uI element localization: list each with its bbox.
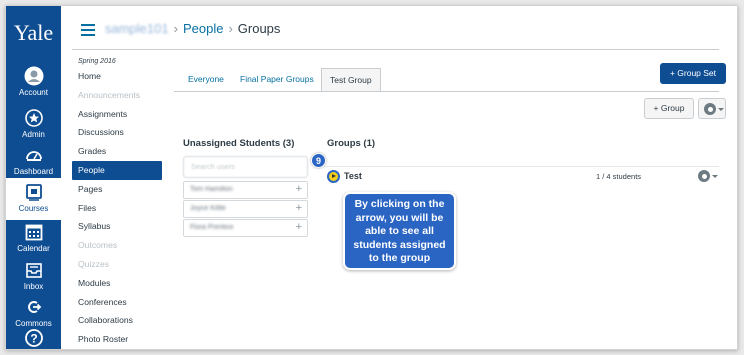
svg-text:?: ? xyxy=(30,332,37,346)
course-nav-item-photo-roster[interactable]: Photo Roster xyxy=(72,330,162,349)
chevron-down-icon xyxy=(712,175,718,178)
course-nav-item-people[interactable]: People xyxy=(72,160,162,180)
global-nav-dashboard-label: Dashboard xyxy=(13,167,54,176)
breadcrumb-groups: Groups xyxy=(237,21,281,36)
course-nav-item-grades[interactable]: Grades xyxy=(72,142,162,161)
add-group-set-button[interactable]: + Group Set xyxy=(660,63,726,84)
global-nav-account-label: Account xyxy=(19,88,48,97)
global-nav-calendar[interactable]: Calendar xyxy=(6,218,61,260)
tab-everyone[interactable]: Everyone xyxy=(188,68,224,91)
global-nav-help[interactable]: ? xyxy=(6,324,61,349)
course-nav-item-modules[interactable]: Modules xyxy=(72,274,162,293)
student-name: Joyce Kittle xyxy=(190,205,226,212)
gear-icon xyxy=(698,170,710,182)
course-nav-item-announcements[interactable]: Announcements xyxy=(72,86,162,105)
student-name: Flora Prentice xyxy=(190,224,234,231)
unassigned-students-title: Unassigned Students (3) xyxy=(183,138,295,149)
instruction-callout: By clicking on the arrow, you will be ab… xyxy=(345,194,454,268)
header-divider xyxy=(72,49,719,50)
course-nav-item-outcomes[interactable]: Outcomes xyxy=(72,236,162,255)
unassigned-student-row[interactable]: Flora Prentice + xyxy=(183,219,308,237)
gear-icon xyxy=(704,103,716,115)
breadcrumb: sample101 › People › Groups xyxy=(105,21,280,36)
yale-logo[interactable]: Yale xyxy=(6,20,61,46)
breadcrumb-course[interactable]: sample101 xyxy=(105,21,169,36)
global-nav-inbox[interactable]: Inbox xyxy=(6,256,61,298)
tab-test-group[interactable]: Test Group xyxy=(321,68,381,91)
unassigned-student-row[interactable]: Tom Hamilton + xyxy=(183,181,308,199)
global-nav: Yale Account Admin Dashboard Courses Cal… xyxy=(6,6,61,349)
add-student-icon[interactable]: + xyxy=(296,202,302,214)
global-nav-admin[interactable]: Admin xyxy=(6,104,61,146)
course-nav-item-pages[interactable]: Pages xyxy=(72,180,162,199)
expand-group-arrow[interactable] xyxy=(327,170,340,183)
chevron-down-icon xyxy=(718,108,724,111)
global-nav-courses-label: Courses xyxy=(18,204,49,213)
add-student-icon[interactable]: + xyxy=(296,221,302,233)
admin-icon xyxy=(24,108,44,128)
courses-icon xyxy=(24,182,44,202)
page-header: sample101 › People › Groups xyxy=(61,6,737,50)
group-student-count: 1 / 4 students xyxy=(596,172,642,181)
breadcrumb-people[interactable]: People xyxy=(183,21,223,36)
course-nav-item-collaborations[interactable]: Collaborations xyxy=(72,311,162,330)
course-nav-item-conferences[interactable]: Conferences xyxy=(72,293,162,312)
group-set-settings-button[interactable] xyxy=(698,98,726,119)
step-number-badge: 9 xyxy=(311,153,326,168)
hamburger-icon[interactable] xyxy=(81,24,95,39)
account-icon xyxy=(24,66,44,86)
search-users-input[interactable]: Search users xyxy=(183,156,308,178)
app-window: Yale Account Admin Dashboard Courses Cal… xyxy=(5,5,738,350)
calendar-icon xyxy=(24,222,44,242)
course-nav-item-home[interactable]: Home xyxy=(72,67,162,86)
inbox-icon xyxy=(24,260,44,280)
student-name: Tom Hamilton xyxy=(190,186,233,193)
global-nav-admin-label: Admin xyxy=(22,130,45,139)
global-nav-dashboard[interactable]: Dashboard xyxy=(6,141,61,183)
breadcrumb-separator: › xyxy=(228,21,233,36)
groups-divider xyxy=(324,166,719,167)
tabs-divider xyxy=(174,91,719,92)
add-group-button[interactable]: + Group xyxy=(644,98,694,119)
course-nav: Spring 2016 Home Announcements Assignments… xyxy=(72,58,162,349)
group-name[interactable]: Test xyxy=(344,171,362,181)
help-icon: ? xyxy=(24,328,44,348)
global-nav-account[interactable]: Account xyxy=(6,62,61,104)
unassigned-student-row[interactable]: Joyce Kittle + xyxy=(183,200,308,218)
groups-title: Groups (1) xyxy=(327,138,376,149)
global-nav-courses[interactable]: Courses xyxy=(6,178,61,220)
global-nav-calendar-label: Calendar xyxy=(17,244,50,253)
tab-final-paper-groups[interactable]: Final Paper Groups xyxy=(240,68,314,91)
dashboard-icon xyxy=(24,145,44,165)
course-nav-item-discussions[interactable]: Discussions xyxy=(72,123,162,142)
course-nav-item-assignments[interactable]: Assignments xyxy=(72,105,162,124)
global-nav-inbox-label: Inbox xyxy=(23,282,44,291)
course-nav-item-syllabus[interactable]: Syllabus xyxy=(72,217,162,236)
breadcrumb-separator: › xyxy=(173,21,178,36)
term-label: Spring 2016 xyxy=(78,58,116,65)
course-nav-item-quizzes[interactable]: Quizzes xyxy=(72,255,162,274)
add-student-icon[interactable]: + xyxy=(296,183,302,195)
commons-icon xyxy=(24,297,44,317)
course-nav-item-files[interactable]: Files xyxy=(72,199,162,218)
